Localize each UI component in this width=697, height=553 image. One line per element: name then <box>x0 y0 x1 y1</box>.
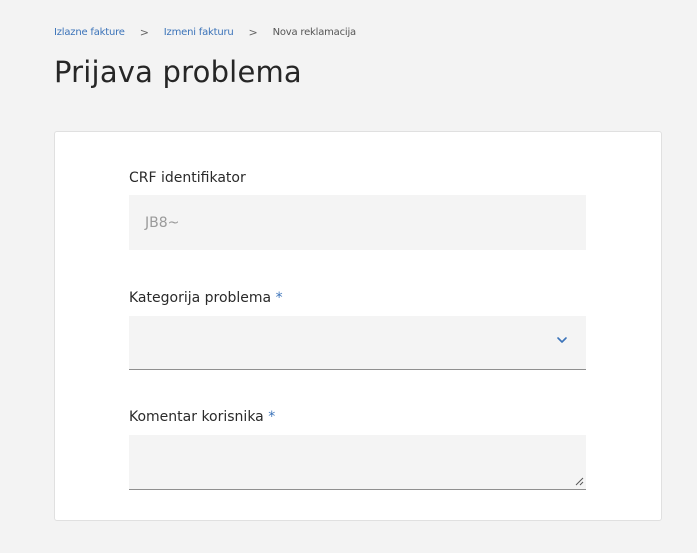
category-select[interactable] <box>129 316 586 370</box>
breadcrumb-separator: > <box>139 26 149 39</box>
page: Izlazne fakture > Izmeni fakturu > Nova … <box>0 0 697 553</box>
comment-label: Komentar korisnika * <box>129 409 275 425</box>
resize-handle-icon[interactable] <box>575 477 584 486</box>
required-marker: * <box>268 409 276 425</box>
form-card: CRF identifikator JB8~ Kategorija proble… <box>54 131 662 521</box>
required-marker: * <box>275 290 283 306</box>
crf-identifier-label-text: CRF identifikator <box>129 170 246 186</box>
comment-textarea[interactable] <box>129 435 586 490</box>
breadcrumb-separator: > <box>248 26 258 39</box>
category-label-text: Kategorija problema <box>129 290 272 306</box>
comment-label-text: Komentar korisnika <box>129 409 264 425</box>
breadcrumb-link-izmeni-fakturu[interactable]: Izmeni fakturu <box>164 27 234 38</box>
crf-identifier-field: JB8~ <box>129 195 586 250</box>
page-title: Prijava problema <box>54 55 302 89</box>
category-label: Kategorija problema * <box>129 290 283 306</box>
breadcrumb-link-izlazne-fakture[interactable]: Izlazne fakture <box>54 27 125 38</box>
crf-identifier-label: CRF identifikator <box>129 170 246 186</box>
breadcrumb-current: Nova reklamacija <box>272 27 357 38</box>
chevron-down-icon[interactable] <box>556 335 568 345</box>
breadcrumb: Izlazne fakture > Izmeni fakturu > Nova … <box>54 26 356 39</box>
crf-identifier-value: JB8~ <box>145 214 180 231</box>
